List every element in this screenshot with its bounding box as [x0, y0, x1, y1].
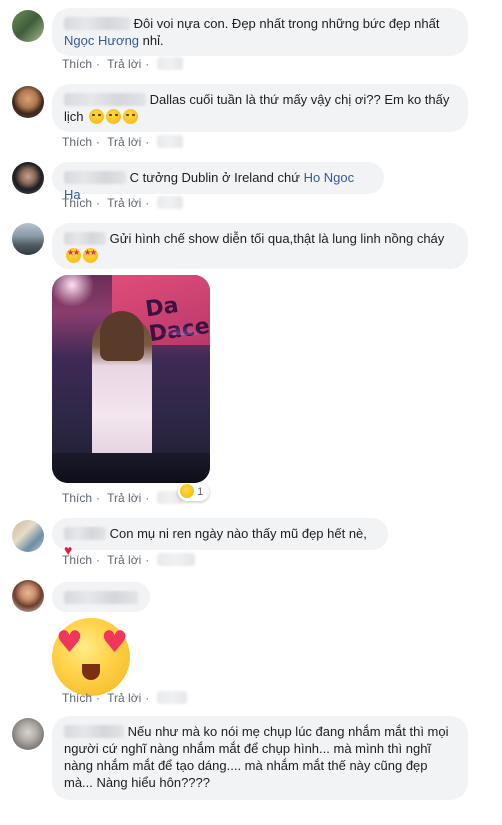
reply-link[interactable]: Trả lời: [107, 196, 141, 210]
avatar[interactable]: [12, 718, 44, 750]
comment-bubble: Đôi voi nựa con. Đẹp nhất trong những bứ…: [52, 8, 468, 56]
commenter-name-redacted[interactable]: [64, 591, 138, 604]
reply-link[interactable]: Trả lời: [107, 57, 141, 71]
comment-actions: Thích · Trả lời ·: [62, 135, 187, 149]
avatar[interactable]: [12, 10, 44, 42]
avatar[interactable]: [12, 223, 44, 255]
comment-text: Con mụ ni ren ngày nào thấy mũ đẹp hết n…: [109, 526, 367, 541]
like-link[interactable]: Thích: [62, 491, 92, 505]
laughing-reaction-emoji: [180, 484, 194, 498]
comment-actions: Thích · Trả lời ·: [62, 553, 199, 567]
commenter-name-redacted[interactable]: [64, 232, 106, 245]
comment-bubble: Nếu như mà ko nói mẹ chụp lúc đang nhắm …: [52, 716, 468, 800]
comment-photo[interactable]: Da Dace: [52, 275, 210, 483]
comment-suffix: nhỉ.: [142, 33, 164, 48]
comment-actions: Thích · Trả lời ·: [62, 691, 191, 705]
comment-bubble: Con mụ ni ren ngày nào thấy mũ đẹp hết n…: [52, 518, 388, 558]
comment-text: Đôi voi nựa con. Đẹp nhất trong những bứ…: [133, 16, 440, 31]
reply-link[interactable]: Trả lời: [107, 135, 141, 149]
avatar[interactable]: [12, 520, 44, 552]
comment-bubble: Dallas cuối tuần là thứ mấy vậy chị ơi??…: [52, 84, 468, 132]
avatar[interactable]: [12, 580, 44, 612]
commenter-name-redacted[interactable]: [64, 527, 106, 540]
timestamp-redacted[interactable]: [156, 57, 183, 70]
reaction-count: 1: [197, 486, 204, 498]
reply-link[interactable]: Trả lời: [107, 553, 141, 567]
crying-face-emoji: [89, 109, 105, 124]
avatar[interactable]: [12, 86, 44, 118]
comment-actions: Thích · Trả lời ·: [62, 57, 187, 71]
reply-link[interactable]: Trả lời: [107, 691, 141, 705]
like-link[interactable]: Thích: [62, 691, 92, 705]
comment-bubble: C tưởng Dublin ở Ireland chứ Ho Ngoc Ha: [52, 162, 384, 202]
commenter-name-redacted[interactable]: [64, 17, 130, 30]
crying-face-emoji: [106, 109, 122, 124]
like-link[interactable]: Thích: [62, 135, 92, 149]
like-link[interactable]: Thích: [62, 57, 92, 71]
avatar[interactable]: [12, 162, 44, 194]
star-struck-emoji: [83, 248, 98, 263]
mention-link[interactable]: Ngọc Hương: [64, 33, 139, 48]
comment-bubble: Gửi hình chế show diễn tối qua,thật là l…: [52, 223, 468, 269]
timestamp-redacted[interactable]: [156, 691, 187, 704]
timestamp-redacted[interactable]: [156, 196, 183, 209]
comment-text: C tưởng Dublin ở Ireland chứ: [129, 170, 300, 185]
commenter-name-redacted[interactable]: [64, 171, 126, 184]
heart-eyes-emoji: ♥ ♥: [52, 618, 130, 696]
timestamp-redacted[interactable]: [156, 553, 195, 566]
crying-face-emoji: [123, 109, 139, 124]
timestamp-redacted[interactable]: [156, 135, 183, 148]
comment-bubble-name-only: [52, 582, 150, 612]
commenter-name-redacted[interactable]: [64, 93, 146, 106]
commenter-name-redacted[interactable]: [64, 725, 124, 738]
reaction-summary[interactable]: 1: [178, 483, 210, 501]
singer-hair: [100, 311, 144, 361]
comment-actions: Thích · Trả lời ·: [62, 196, 187, 210]
star-struck-emoji: [66, 248, 81, 263]
comment-actions: Thích · Trả lời ·: [62, 491, 187, 505]
stage-floor: [52, 453, 210, 483]
like-link[interactable]: Thích: [62, 196, 92, 210]
like-link[interactable]: Thích: [62, 553, 92, 567]
reply-link[interactable]: Trả lời: [107, 491, 141, 505]
comment-text: Gửi hình chế show diễn tối qua,thật là l…: [109, 231, 445, 246]
